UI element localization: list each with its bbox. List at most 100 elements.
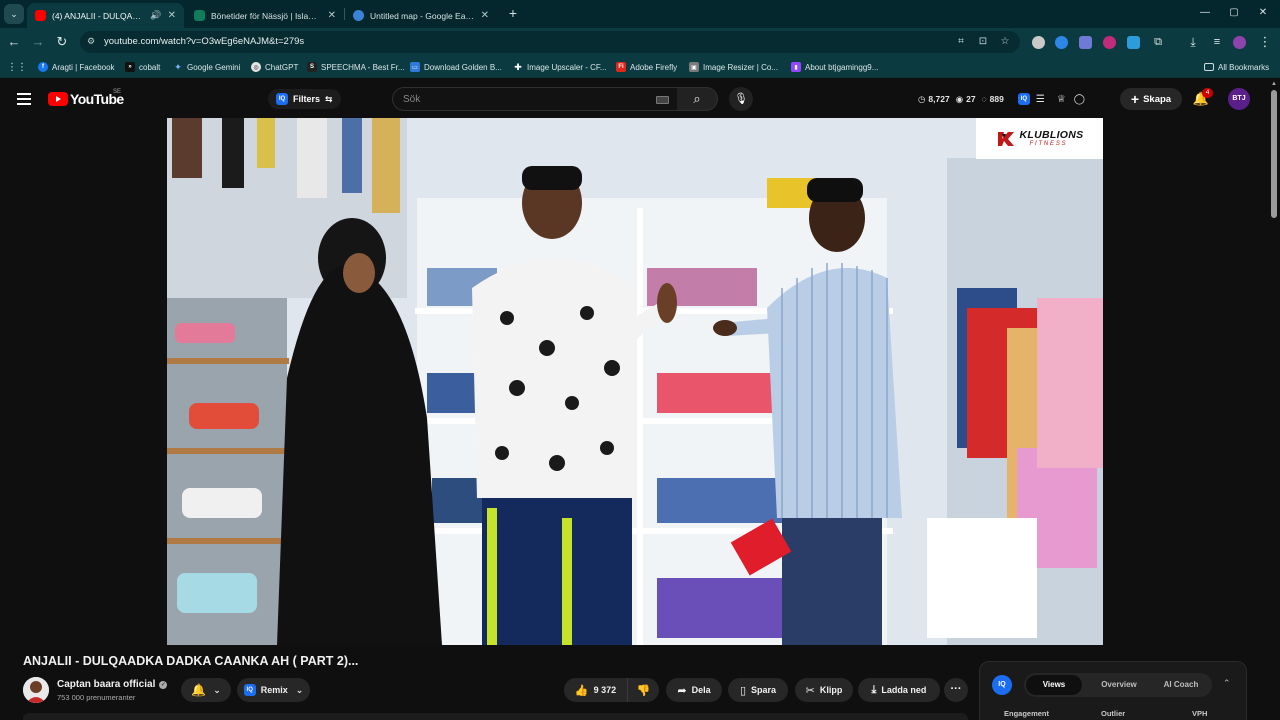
apps-grid-icon[interactable]: ⋮⋮ [7,61,27,73]
keyboard-icon[interactable] [656,96,669,104]
chrome-menu-icon[interactable]: ⋮ [1257,34,1273,50]
clock-icon: ◷ [918,93,926,104]
close-window-button[interactable]: ✕ [1256,6,1270,20]
iq-icon[interactable]: IQ [1017,93,1030,105]
channel-avatar-image [23,677,49,703]
sliders-icon: ⇆ [325,93,333,104]
iq-analytics-panel: IQ Views Overview AI Coach ⌃ Engagement … [979,661,1247,720]
remix-button[interactable]: IQ Remix ⌄ [237,678,310,702]
iq-logo-icon[interactable]: IQ [992,675,1012,695]
trophy-icon[interactable]: ♕ [1057,94,1066,105]
channel-avatar[interactable] [23,677,49,703]
filters-button[interactable]: IQ Filters ⇆ [268,89,341,109]
extension-square-icon[interactable] [1127,36,1140,49]
bookmark-item[interactable]: Fi Adobe Firefly [616,61,677,73]
sponsor-tagline: FITNESS [1029,140,1068,147]
thumbs-down-icon: 👎 [636,684,651,697]
site-info-icon[interactable]: ⚙ [87,36,95,47]
maximize-button[interactable]: ▢ [1227,6,1241,20]
chat-bubble-icon[interactable]: ◯ [1074,94,1085,105]
tab-views[interactable]: Views [1026,675,1082,695]
back-arrow-icon[interactable]: ← [6,34,22,50]
extension-translate-icon[interactable] [1079,36,1092,49]
extensions-puzzle-icon[interactable]: ⧉ [1150,34,1166,50]
eye-icon: ◉ [955,93,964,104]
iq-icon: IQ [243,684,256,696]
translate-icon[interactable]: ⌗ [954,35,968,49]
bell-icon: 🔔 [191,683,207,697]
extension-pink-icon[interactable] [1103,36,1116,49]
extension-shield-icon[interactable] [1032,36,1045,49]
bookmark-star-icon[interactable]: ☆ [998,35,1012,49]
tab-ai-coach[interactable]: AI Coach [1152,675,1210,695]
bookmark-item[interactable]: ▣ Image Resizer | Co... [689,61,778,73]
microphone-icon: 🎙 [734,93,748,105]
dislike-button[interactable]: 👎 [627,678,659,702]
search-placeholder: Sök [403,94,421,105]
bookmark-item[interactable]: ◎ ChatGPT [251,61,298,73]
resizer-icon: ▣ [689,62,699,72]
youtube-play-icon [48,92,68,106]
twitch-icon: ▮ [791,62,801,72]
video-player[interactable]: KLUBLIONS FITNESS [167,118,1103,645]
media-controls-icon[interactable]: ≡ [1209,34,1225,50]
tab-overview[interactable]: Overview [1088,675,1150,695]
voice-search-button[interactable]: 🎙 [729,87,753,111]
download-button[interactable]: ⤓ Ladda ned [858,678,940,702]
column-engagement: Engagement [1004,709,1050,718]
search-input[interactable]: Sök [392,87,678,111]
save-button[interactable]: ▯ Spara [728,678,788,702]
tab-google-earth[interactable]: Untitled map - Google Earth ✕ [345,3,497,28]
hamburger-menu-icon[interactable] [17,93,31,105]
cast-icon[interactable]: ⊡ [976,35,990,49]
tab-title: (4) ANJALII - DULQAADKA I [52,10,146,21]
forward-arrow-icon[interactable]: → [30,34,46,50]
earth-favicon-icon [353,10,364,21]
thumbs-up-icon: 👍 [574,684,589,697]
scroll-up-arrow-icon[interactable]: ▲ [1271,81,1277,87]
bookmark-item[interactable]: ▮ About btjgamingg9... [791,61,878,73]
tab-youtube[interactable]: (4) ANJALII - DULQAADKA I 🔊 ✕ [27,3,184,28]
page-scrollbar[interactable] [1271,90,1277,218]
bookmark-item[interactable]: ✚ Image Upscaler - CF... [513,61,606,73]
create-button[interactable]: + Skapa [1120,88,1182,110]
tab-close-icon[interactable]: ✕ [328,10,336,21]
share-arrow-icon: ➦ [677,684,687,697]
subscription-bell-button[interactable]: 🔔 ⌄ [181,678,231,702]
address-url[interactable]: youtube.com/watch?v=O3wEg6eNAJM&t=279s [104,36,304,47]
search-icon: ⌕ [693,91,701,106]
bookmark-item[interactable]: ✦ Google Gemini [173,61,240,73]
list-icon[interactable]: ☰ [1036,94,1045,105]
new-tab-button[interactable]: + [505,5,521,21]
all-bookmarks-folder[interactable]: All Bookmarks [1204,61,1269,73]
notification-count-badge: 4 [1202,88,1213,98]
address-bar[interactable]: ⚙ youtube.com/watch?v=O3wEg6eNAJM&t=279s… [80,31,1020,53]
verified-check-icon: ✓ [159,680,168,689]
like-button[interactable]: 👍 9 372 [564,678,627,702]
clip-button[interactable]: ✂ Klipp [795,678,853,702]
account-avatar[interactable]: BTJ [1228,88,1250,110]
bookmark-item[interactable]: » cobalt [125,61,160,73]
golden-icon: ▭ [410,62,420,72]
tab-search-icon[interactable]: ⌄ [4,4,24,24]
speaker-icon[interactable]: 🔊 [150,10,161,21]
bookmark-item[interactable]: ▭ Download Golden B... [410,61,502,73]
search-button[interactable]: ⌕ [677,87,718,111]
stat-views: 8,727 [928,94,950,104]
extension-blue-icon[interactable] [1055,36,1068,49]
profile-avatar-icon[interactable] [1233,36,1246,49]
collapse-chevron-up-icon[interactable]: ⌃ [1223,678,1231,689]
tab-close-icon[interactable]: ✕ [168,10,176,21]
bookmark-item[interactable]: S SPEECHMA - Best Fr... [307,61,405,73]
channel-name[interactable]: Captan baara official ✓ [57,679,168,690]
share-button[interactable]: ➦ Dela [666,678,722,702]
tab-title: Untitled map - Google Earth [370,10,475,21]
bookmark-item[interactable]: f Aragti | Facebook [38,61,115,73]
downloads-icon[interactable]: ⤓ [1185,34,1201,50]
minimize-button[interactable]: — [1198,6,1212,20]
reload-icon[interactable]: ↻ [54,34,70,50]
description-box[interactable] [23,713,968,720]
tab-close-icon[interactable]: ✕ [481,10,489,21]
more-actions-icon[interactable]: ··· [944,678,968,702]
tab-islam-nu[interactable]: Bönetider för Nässjö | Islam.nu ✕ [186,3,344,28]
